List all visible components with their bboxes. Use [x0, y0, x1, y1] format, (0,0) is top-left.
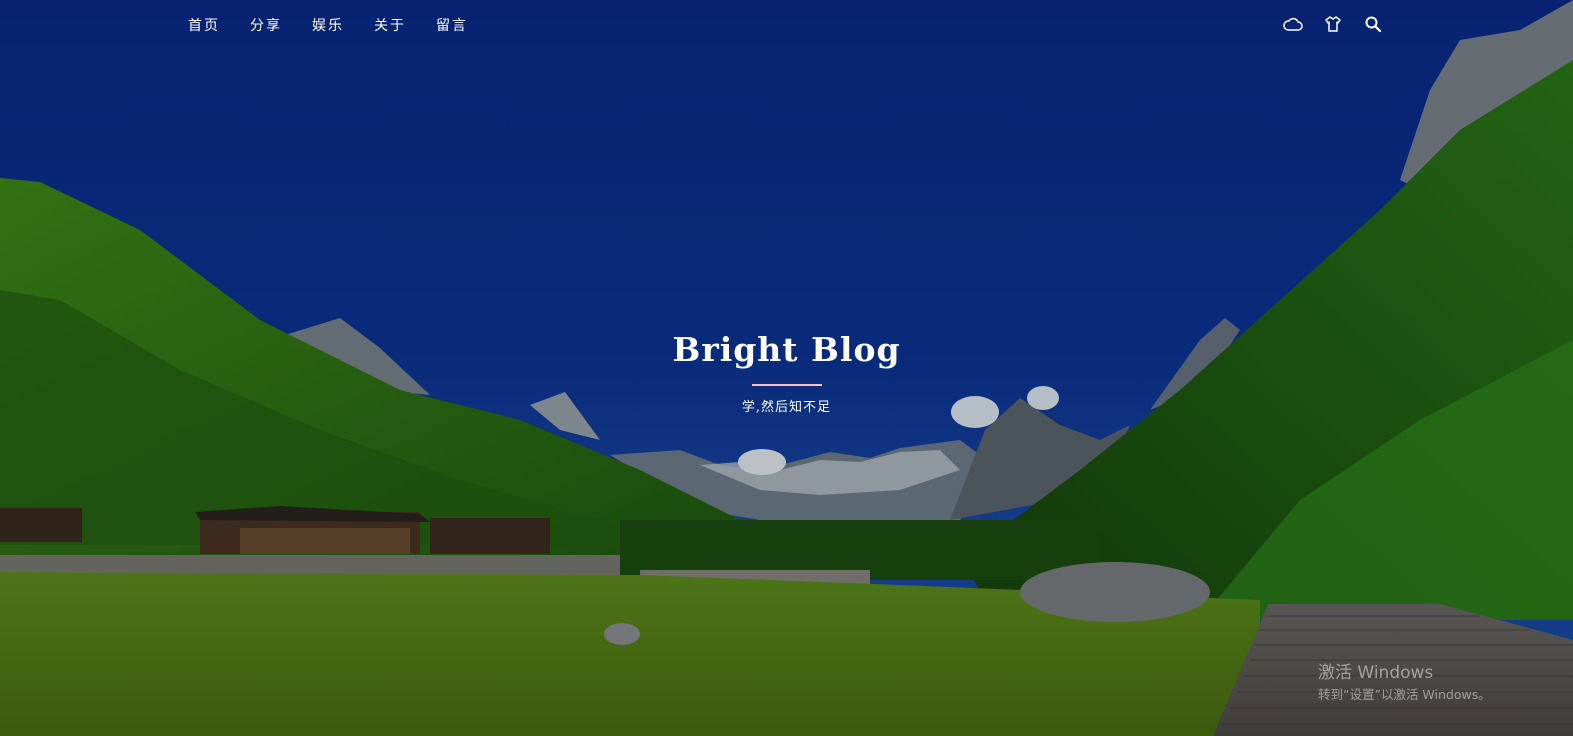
nav-menu: 首页 分享 娱乐 关于 留言 — [188, 16, 468, 36]
hero: Bright Blog 学,然后知不足 — [0, 328, 1573, 418]
top-navigation: 首页 分享 娱乐 关于 留言 — [0, 0, 1573, 52]
site-title: Bright Blog — [672, 330, 901, 369]
site-subtitle: 学,然后知不足 — [741, 400, 832, 415]
nav-tools — [1283, 14, 1383, 34]
nav-item-share[interactable]: 分享 — [250, 16, 282, 36]
search-icon[interactable] — [1363, 14, 1383, 34]
nav-item-about[interactable]: 关于 — [374, 16, 406, 36]
watermark-title: 激活 Windows — [1318, 663, 1434, 683]
nav-item-home[interactable]: 首页 — [188, 16, 220, 36]
blog-home-page: 首页 分享 娱乐 关于 留言 Bright Blog 学,然后知不足 激活 Wi… — [0, 0, 1573, 736]
shirt-icon[interactable] — [1323, 14, 1343, 34]
nav-item-guestbook[interactable]: 留言 — [436, 16, 468, 36]
nav-item-entertainment[interactable]: 娱乐 — [312, 16, 344, 36]
windows-activation-watermark: 激活 Windows 转到“设置”以激活 Windows。 — [1318, 662, 1491, 706]
title-divider — [751, 384, 822, 386]
cloud-icon[interactable] — [1283, 14, 1303, 34]
watermark-subtitle: 转到“设置”以激活 Windows。 — [1318, 687, 1491, 702]
